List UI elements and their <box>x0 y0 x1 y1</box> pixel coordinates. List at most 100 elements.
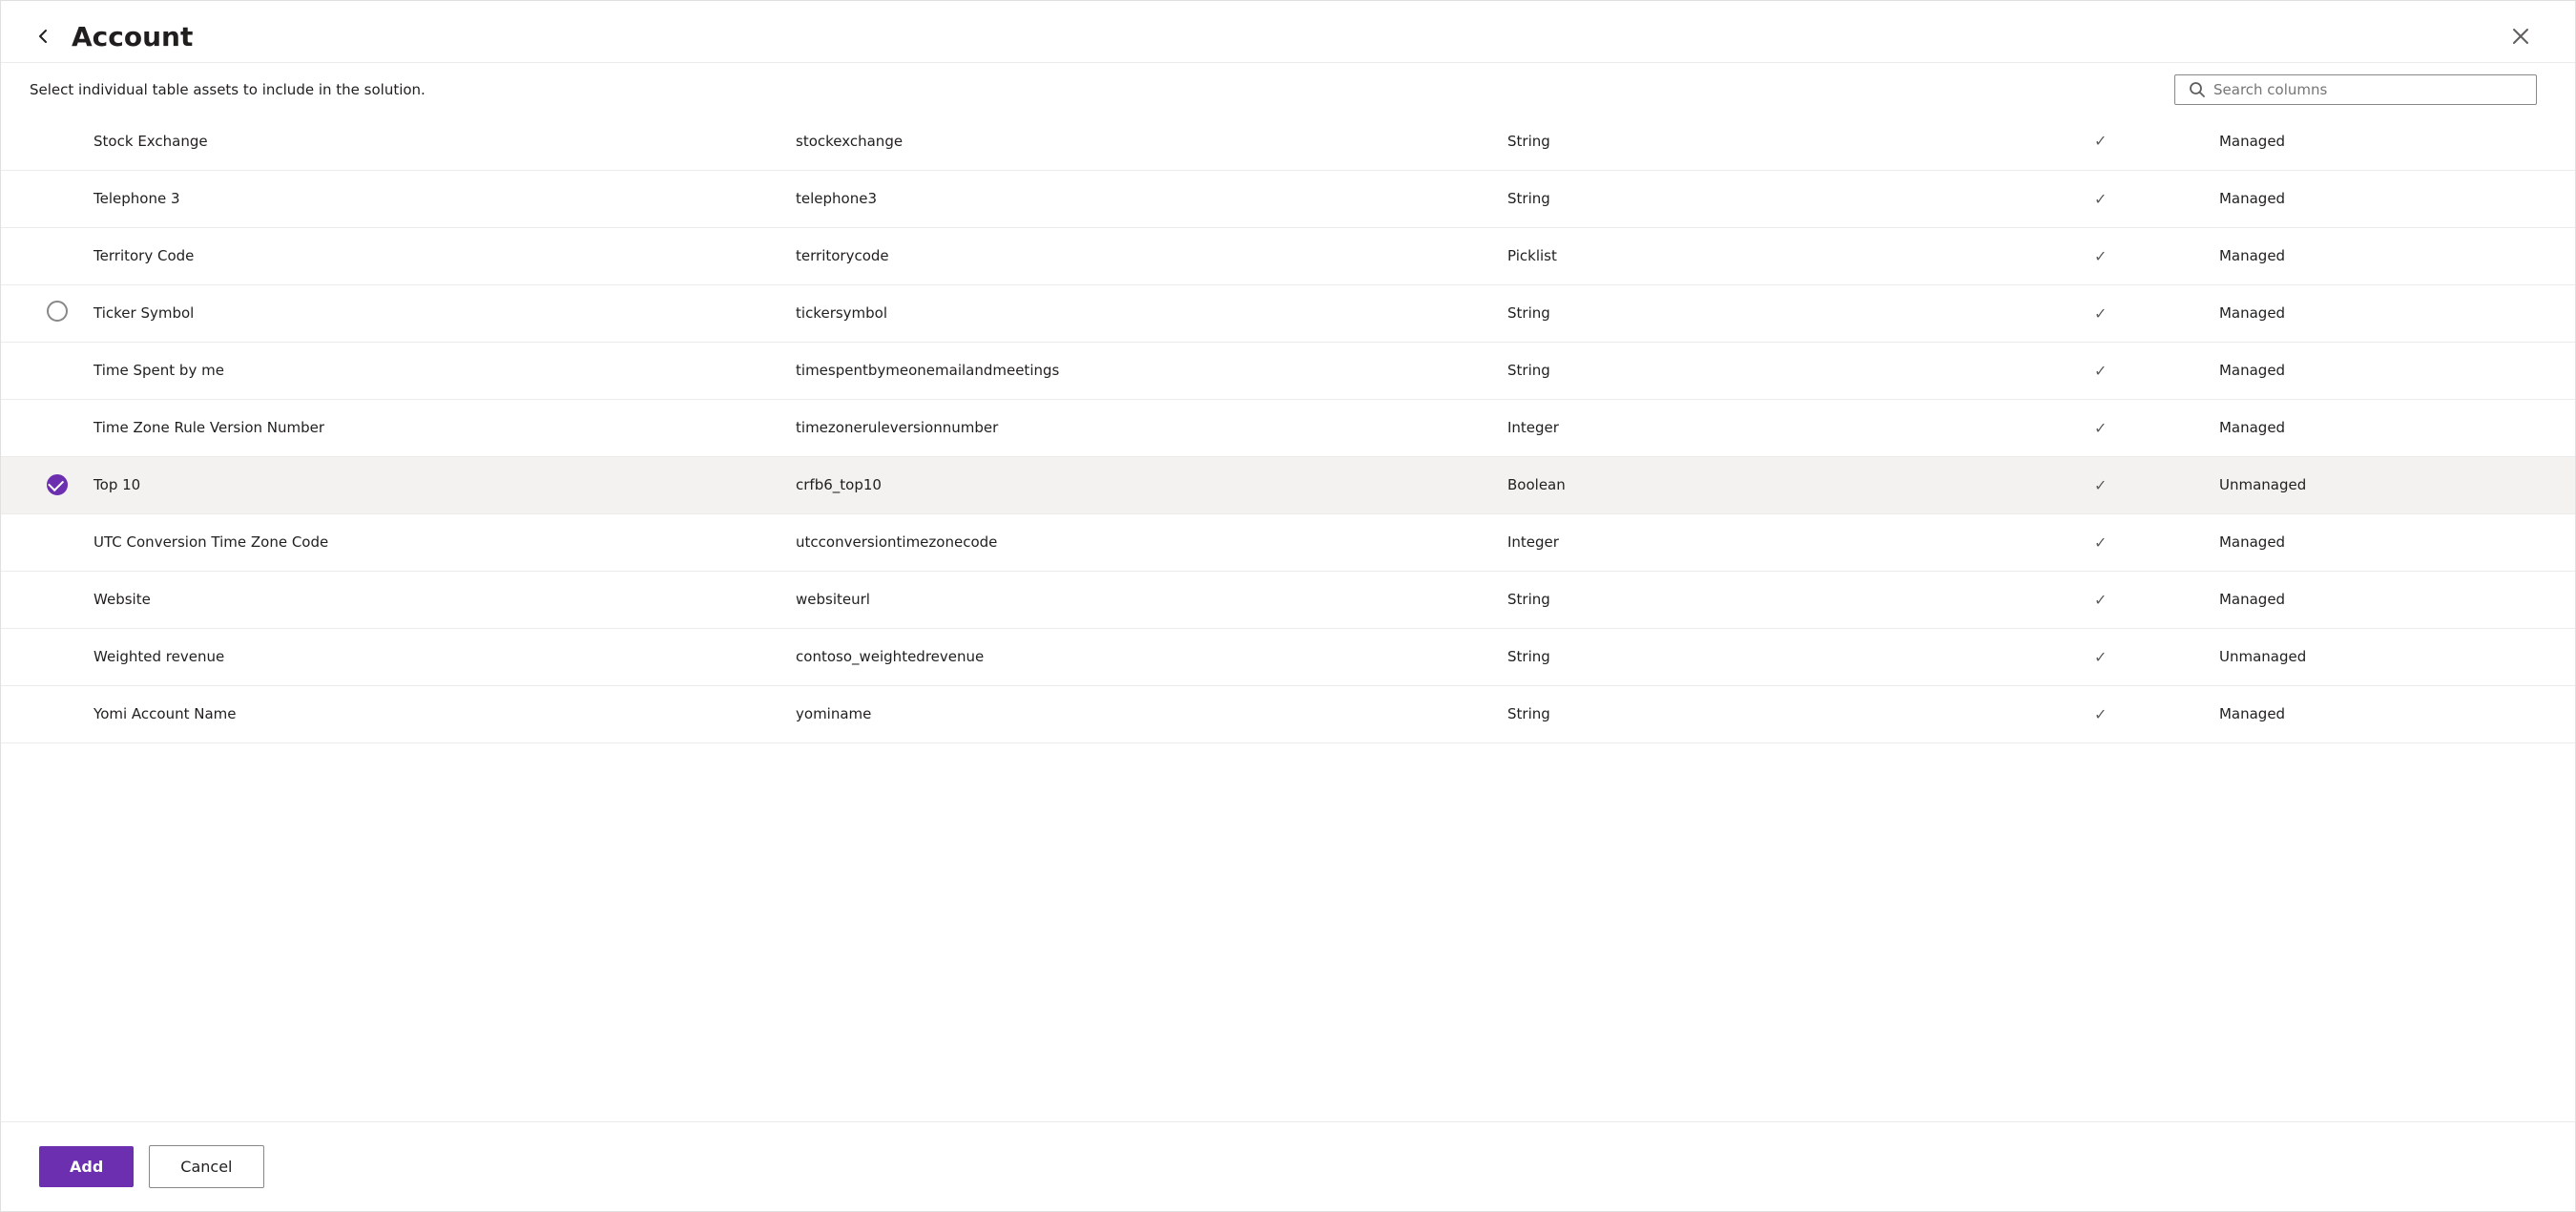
row-checkbox[interactable] <box>47 474 68 495</box>
row-logical-name: utcconversiontimezonecode <box>796 513 1507 571</box>
check-icon: ✓ <box>2094 705 2107 723</box>
row-logical-name: websiteurl <box>796 571 1507 628</box>
row-type: Picklist <box>1507 227 1982 284</box>
row-display-name: Telephone 3 <box>84 170 796 227</box>
row-check-icon-cell: ✓ <box>1982 685 2219 742</box>
row-check-icon-cell: ✓ <box>1982 170 2219 227</box>
row-checkbox-cell <box>1 685 84 742</box>
row-status: Managed <box>2219 513 2575 571</box>
row-display-name: Yomi Account Name <box>84 685 796 742</box>
row-checkbox-cell <box>1 342 84 399</box>
search-input[interactable] <box>2213 81 2523 98</box>
row-check-icon-cell: ✓ <box>1982 227 2219 284</box>
subtitle-text: Select individual table assets to includ… <box>30 81 426 98</box>
table-row[interactable]: Telephone 3telephone3String ✓ Managed <box>1 170 2575 227</box>
row-check-icon-cell: ✓ <box>1982 513 2219 571</box>
dialog-header: Account <box>1 1 2575 63</box>
row-logical-name: timespentbymeonemailandmeetings <box>796 342 1507 399</box>
check-icon: ✓ <box>2094 362 2107 380</box>
row-type: String <box>1507 628 1982 685</box>
dialog-footer: Add Cancel <box>1 1121 2575 1211</box>
row-checkbox-cell <box>1 284 84 342</box>
table-row[interactable]: Weighted revenuecontoso_weightedrevenueS… <box>1 628 2575 685</box>
close-button[interactable] <box>2504 20 2537 52</box>
check-icon: ✓ <box>2094 304 2107 323</box>
table-row[interactable]: Time Spent by metimespentbymeonemailandm… <box>1 342 2575 399</box>
row-status: Managed <box>2219 284 2575 342</box>
row-checkbox[interactable] <box>47 301 68 322</box>
table-row[interactable]: Time Zone Rule Version Numbertimezonerul… <box>1 399 2575 456</box>
row-display-name: Website <box>84 571 796 628</box>
row-logical-name: timezoneruleversionnumber <box>796 399 1507 456</box>
row-checkbox-cell <box>1 399 84 456</box>
row-checkbox-cell <box>1 571 84 628</box>
table-container: Stock ExchangestockexchangeString✓Manage… <box>1 113 2575 1121</box>
row-display-name: Territory Code <box>84 227 796 284</box>
back-button[interactable] <box>30 23 56 50</box>
row-type: String <box>1507 571 1982 628</box>
close-icon <box>2512 28 2529 45</box>
search-box[interactable] <box>2174 74 2537 105</box>
row-status: Unmanaged <box>2219 628 2575 685</box>
account-dialog: Account Select individual table assets t… <box>0 0 2576 1212</box>
row-check-icon-cell: ✓ <box>1982 113 2219 170</box>
row-status: Managed <box>2219 170 2575 227</box>
cancel-button[interactable]: Cancel <box>149 1145 263 1188</box>
row-status: Managed <box>2219 342 2575 399</box>
row-type: String <box>1507 284 1982 342</box>
row-logical-name: stockexchange <box>796 113 1507 170</box>
check-icon: ✓ <box>2094 591 2107 609</box>
row-checkbox-cell <box>1 628 84 685</box>
check-icon: ✓ <box>2094 190 2107 208</box>
row-checkbox-cell <box>1 113 84 170</box>
row-type: Integer <box>1507 399 1982 456</box>
row-display-name: Time Spent by me <box>84 342 796 399</box>
check-icon: ✓ <box>2094 419 2107 437</box>
check-icon: ✓ <box>2094 476 2107 494</box>
row-type: String <box>1507 113 1982 170</box>
table-row[interactable]: Stock ExchangestockexchangeString✓Manage… <box>1 113 2575 170</box>
row-checkbox-cell <box>1 227 84 284</box>
table-row[interactable]: Ticker SymboltickersymbolString✓Managed <box>1 284 2575 342</box>
table-row[interactable]: WebsitewebsiteurlString ✓ Managed <box>1 571 2575 628</box>
check-icon: ✓ <box>2094 648 2107 666</box>
row-display-name: Ticker Symbol <box>84 284 796 342</box>
columns-table: Stock ExchangestockexchangeString✓Manage… <box>1 113 2575 743</box>
header-left: Account <box>30 21 193 52</box>
table-row[interactable]: Territory CodeterritorycodePicklist✓Mana… <box>1 227 2575 284</box>
row-status: Managed <box>2219 399 2575 456</box>
row-check-icon-cell: ✓ <box>1982 342 2219 399</box>
row-check-icon-cell: ✓ <box>1982 628 2219 685</box>
row-checkbox-cell <box>1 170 84 227</box>
row-logical-name: contoso_weightedrevenue <box>796 628 1507 685</box>
table-row[interactable]: Top 10crfb6_top10Boolean✓Unmanaged <box>1 456 2575 513</box>
dialog-subtitle-bar: Select individual table assets to includ… <box>1 63 2575 113</box>
row-status: Managed <box>2219 113 2575 170</box>
back-arrow-icon <box>33 27 52 46</box>
row-check-icon-cell: ✓ <box>1982 571 2219 628</box>
row-status: Managed <box>2219 571 2575 628</box>
row-check-icon-cell: ✓ <box>1982 284 2219 342</box>
row-display-name: Stock Exchange <box>84 113 796 170</box>
row-display-name: UTC Conversion Time Zone Code <box>84 513 796 571</box>
row-type: String <box>1507 342 1982 399</box>
row-type: String <box>1507 685 1982 742</box>
row-status: Unmanaged <box>2219 456 2575 513</box>
row-display-name: Time Zone Rule Version Number <box>84 399 796 456</box>
row-logical-name: yominame <box>796 685 1507 742</box>
row-logical-name: telephone3 <box>796 170 1507 227</box>
row-check-icon-cell: ✓ <box>1982 399 2219 456</box>
row-type: Integer <box>1507 513 1982 571</box>
row-checkbox-cell <box>1 513 84 571</box>
add-button[interactable]: Add <box>39 1146 134 1187</box>
row-display-name: Top 10 <box>84 456 796 513</box>
check-icon: ✓ <box>2094 247 2107 265</box>
row-logical-name: crfb6_top10 <box>796 456 1507 513</box>
row-logical-name: territorycode <box>796 227 1507 284</box>
table-row[interactable]: UTC Conversion Time Zone Codeutcconversi… <box>1 513 2575 571</box>
check-icon: ✓ <box>2094 533 2107 552</box>
dialog-title: Account <box>72 21 193 52</box>
table-row[interactable]: Yomi Account NameyominameString✓Managed <box>1 685 2575 742</box>
row-type: String <box>1507 170 1982 227</box>
search-icon <box>2189 81 2206 98</box>
